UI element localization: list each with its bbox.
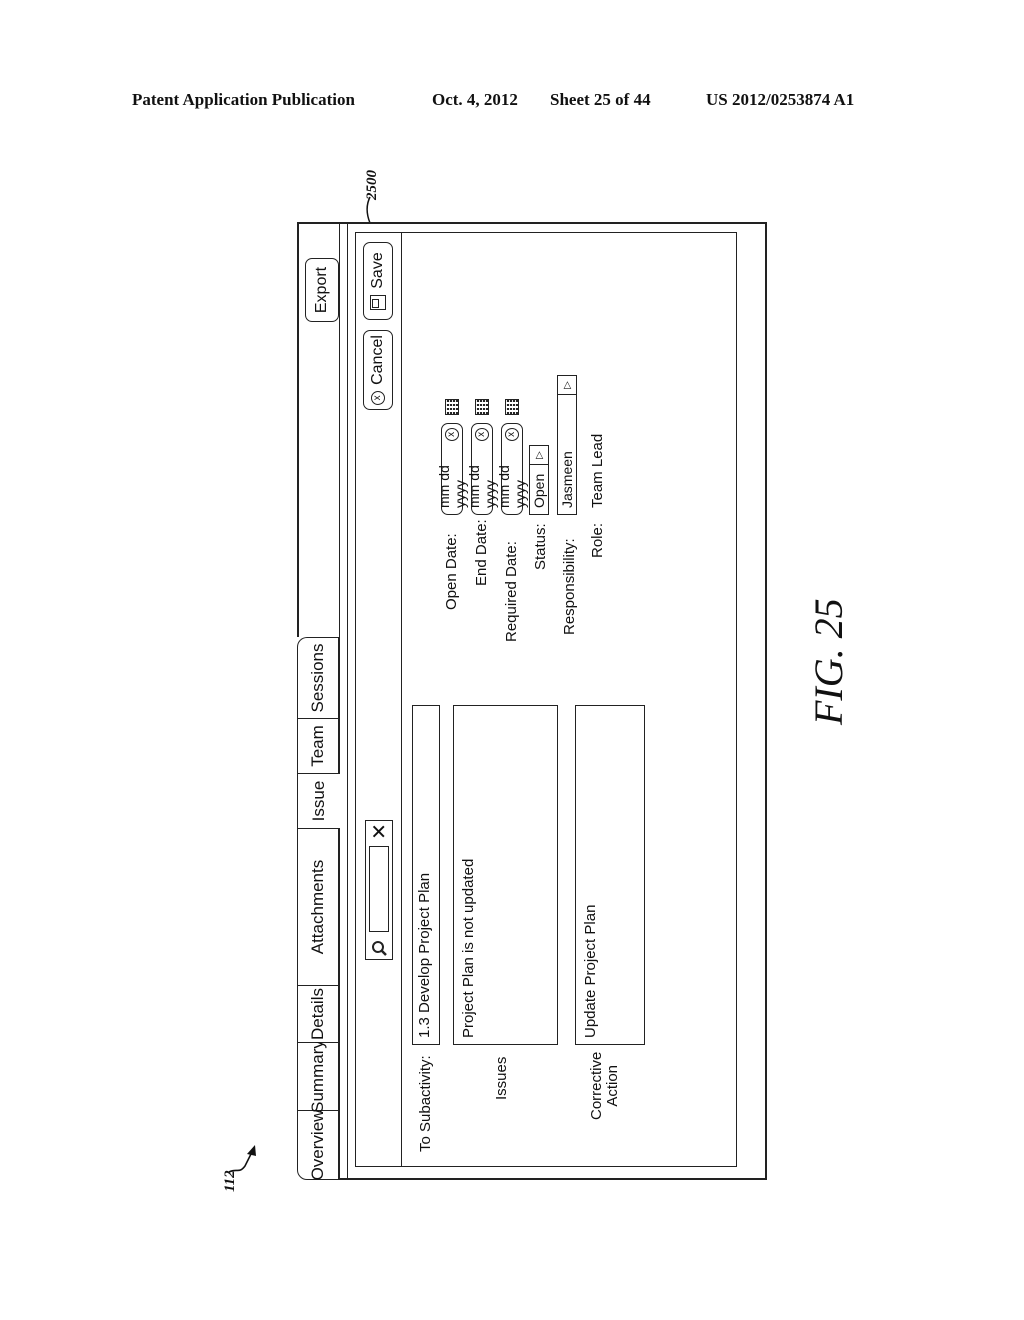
- corrective-label-line1: Corrective: [588, 1051, 605, 1120]
- save-icon: [370, 294, 386, 310]
- tab-label: Team: [308, 725, 327, 767]
- cancel-label: Cancel: [369, 335, 386, 385]
- open-date-value: mm dd yyyy: [436, 465, 468, 508]
- end-date-label: End Date:: [473, 519, 490, 586]
- tab-label: Overview: [308, 1109, 327, 1181]
- reference-leader-line: [366, 196, 371, 224]
- tab-label: Attachments: [308, 859, 327, 955]
- tab-details[interactable]: Details: [297, 985, 339, 1042]
- tab-sessions[interactable]: Sessions: [297, 637, 339, 718]
- publication-title: Patent Application Publication: [132, 90, 355, 109]
- issues-label: Issues: [493, 1056, 510, 1100]
- tab-team[interactable]: Team: [297, 718, 339, 773]
- circle-x-icon: x: [371, 390, 385, 405]
- clear-date-icon[interactable]: x: [505, 428, 519, 441]
- save-label: Save: [369, 252, 386, 289]
- figure-label: FIG. 25: [806, 598, 851, 725]
- export-button[interactable]: Export: [305, 258, 339, 322]
- status-value: Open: [531, 473, 547, 508]
- required-date-label: Required Date:: [503, 541, 520, 642]
- calendar-icon[interactable]: [475, 399, 489, 415]
- dropdown-arrow-icon: ▷: [530, 446, 548, 465]
- issues-textarea[interactable]: Project Plan is not updated: [453, 705, 558, 1045]
- open-date-field[interactable]: mm dd yyyy x: [436, 423, 468, 515]
- responsibility-value: Jasmeen: [559, 451, 575, 508]
- status-label: Status:: [532, 523, 549, 570]
- tab-label: Issue: [309, 780, 328, 822]
- tab-label: Details: [308, 988, 327, 1040]
- end-date-value: mm dd yyyy: [466, 465, 498, 508]
- role-label: Role:: [589, 522, 606, 558]
- subactivity-field[interactable]: 1.3 Develop Project Plan: [412, 705, 440, 1045]
- search-input[interactable]: [369, 846, 389, 933]
- close-icon[interactable]: ✕: [367, 821, 392, 842]
- tab-bar-divider: [339, 828, 340, 1180]
- search-box: ✕: [365, 820, 393, 960]
- calendar-icon[interactable]: [445, 399, 459, 415]
- export-label: Export: [313, 266, 330, 314]
- corrective-action-label: Corrective Action: [588, 1051, 621, 1120]
- tab-bar-divider: [339, 222, 340, 773]
- tab-attachments[interactable]: Attachments: [297, 828, 339, 985]
- search-icon[interactable]: [371, 936, 387, 959]
- content-top-border: [347, 222, 348, 1180]
- clear-date-icon[interactable]: x: [475, 428, 489, 441]
- open-date-label: Open Date:: [443, 533, 460, 610]
- publication-date: Oct. 4, 2012: [432, 90, 518, 109]
- toolbar-divider: [401, 232, 402, 1167]
- corrective-action-textarea[interactable]: Update Project Plan: [575, 705, 645, 1045]
- tab-label: Sessions: [308, 643, 327, 713]
- calendar-icon[interactable]: [505, 399, 519, 415]
- responsibility-select[interactable]: Jasmeen ▷: [557, 375, 577, 515]
- tab-overview[interactable]: Overview: [297, 1110, 339, 1180]
- tab-issue[interactable]: Issue: [297, 773, 340, 828]
- save-button[interactable]: Save: [363, 242, 393, 320]
- status-select[interactable]: Open ▷: [529, 445, 549, 515]
- patent-number: US 2012/0253874 A1: [706, 90, 855, 109]
- tab-label: Summary: [308, 1040, 327, 1113]
- clear-date-icon[interactable]: x: [445, 428, 459, 441]
- subactivity-label: To Subactivity:: [417, 1055, 434, 1152]
- dropdown-arrow-icon: ▷: [558, 376, 576, 395]
- responsibility-label: Responsibility:: [561, 538, 578, 635]
- issue-window: Overview Summary Details Attachments Iss…: [297, 222, 767, 1180]
- cancel-button[interactable]: x Cancel: [363, 330, 393, 410]
- sheet-number: Sheet 25 of 44: [550, 90, 651, 109]
- required-date-field[interactable]: mm dd yyyy x: [496, 423, 528, 515]
- required-date-value: mm dd yyyy: [496, 465, 528, 508]
- role-value: Team Lead: [589, 433, 606, 508]
- reference-arrow-icon: [228, 1145, 256, 1173]
- corrective-label-line2: Action: [604, 1064, 621, 1107]
- end-date-field[interactable]: mm dd yyyy x: [466, 423, 498, 515]
- tab-summary[interactable]: Summary: [297, 1040, 339, 1113]
